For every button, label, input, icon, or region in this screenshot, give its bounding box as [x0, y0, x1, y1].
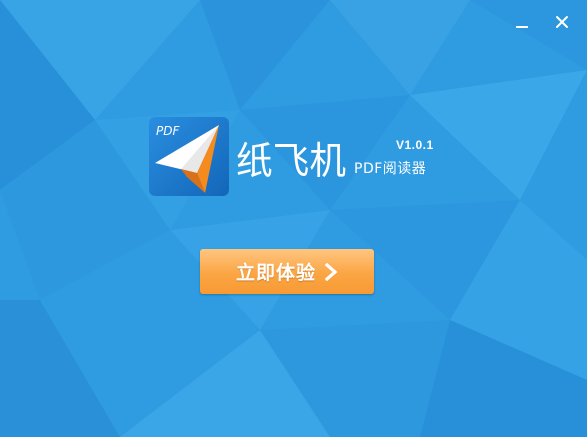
app-logo: PDF [149, 117, 229, 196]
background-polygons [0, 0, 587, 437]
app-subtitle: PDF阅读器 [354, 161, 427, 177]
close-icon [556, 16, 568, 28]
minimize-button[interactable] [510, 10, 534, 34]
start-button-label: 立即体验 [235, 262, 316, 284]
svg-text:纸飞机: 纸飞机 [236, 139, 346, 183]
chevron-right-icon [324, 262, 338, 281]
minimize-icon [516, 26, 528, 28]
logo-pdf-text: PDF [156, 124, 180, 138]
version-label: V1.0.1 [396, 138, 434, 152]
start-experience-button[interactable]: 立即体验 [200, 249, 374, 294]
launcher-window: PDF 纸飞机 V1.0.1 PDF阅读器 立即体验 [0, 0, 587, 437]
close-button[interactable] [550, 10, 574, 34]
app-name: 纸飞机 [236, 128, 351, 192]
